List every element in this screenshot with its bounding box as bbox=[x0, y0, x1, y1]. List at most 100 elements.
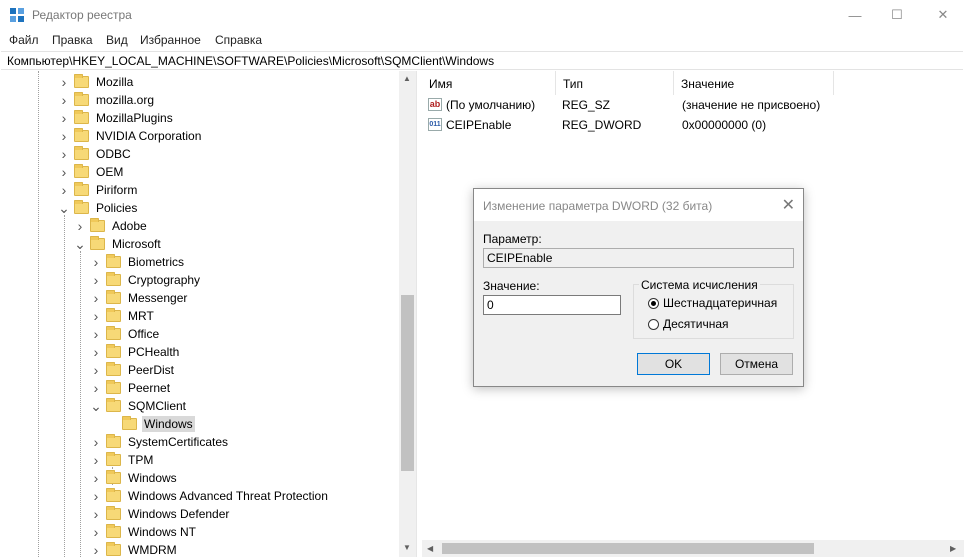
hex-radio[interactable]: Шестнадцатеричная bbox=[648, 296, 777, 310]
tree-item[interactable]: › Biometrics bbox=[90, 253, 186, 271]
tree-item-label: Mozilla bbox=[96, 75, 134, 89]
tree-item[interactable]: › Windows NT bbox=[90, 523, 198, 541]
chevron-right-icon[interactable]: › bbox=[74, 217, 86, 235]
tree-item[interactable]: › WMDRM bbox=[90, 541, 179, 557]
decimal-radio[interactable]: Десятичная bbox=[648, 317, 729, 331]
chevron-right-icon[interactable]: › bbox=[90, 361, 102, 379]
menu-view[interactable]: Вид bbox=[106, 33, 128, 47]
parameter-label: Параметр: bbox=[483, 232, 542, 246]
value-data-input[interactable]: 0 bbox=[483, 295, 621, 315]
folder-icon bbox=[74, 74, 89, 88]
title-bar: Редактор реестра — ☐ ✕ bbox=[0, 0, 964, 30]
tree-item-label: Policies bbox=[96, 201, 138, 215]
chevron-right-icon[interactable]: › bbox=[58, 163, 70, 181]
tree-item[interactable]: › Cryptography bbox=[90, 271, 202, 289]
folder-icon bbox=[74, 146, 89, 160]
tree-item-label: SystemCertificates bbox=[128, 435, 229, 449]
tree-item[interactable]: › mozilla.org bbox=[58, 91, 156, 109]
tree-item[interactable]: › PeerDist bbox=[90, 361, 176, 379]
chevron-right-icon[interactable]: › bbox=[90, 469, 102, 487]
chevron-right-icon[interactable]: › bbox=[90, 253, 102, 271]
tree-item[interactable]: › NVIDIA Corporation bbox=[58, 127, 203, 145]
cancel-button[interactable]: Отмена bbox=[720, 353, 793, 375]
tree-item[interactable]: › OEM bbox=[58, 163, 125, 181]
chevron-right-icon[interactable]: › bbox=[90, 343, 102, 361]
chevron-right-icon[interactable]: › bbox=[58, 109, 70, 127]
tree-item[interactable]: › MozillaPlugins bbox=[58, 109, 175, 127]
tree-item[interactable]: › TPM bbox=[90, 451, 155, 469]
chevron-right-icon[interactable]: › bbox=[90, 541, 102, 557]
tree-item[interactable]: › SystemCertificates bbox=[90, 433, 230, 451]
chevron-right-icon[interactable]: › bbox=[58, 73, 70, 91]
address-path[interactable]: Компьютер\HKEY_LOCAL_MACHINE\SOFTWARE\Po… bbox=[7, 54, 494, 68]
value-name: CEIPEnable bbox=[446, 118, 512, 132]
window-title: Редактор реестра bbox=[32, 8, 132, 22]
scroll-thumb[interactable] bbox=[442, 543, 814, 554]
ok-button[interactable]: OK bbox=[637, 353, 710, 375]
tree-item[interactable]: › Windows Advanced Threat Protection bbox=[90, 487, 330, 505]
dialog-title-bar: Изменение параметра DWORD (32 бита) ✕ bbox=[474, 189, 803, 221]
close-button[interactable]: ✕ bbox=[920, 0, 964, 30]
chevron-right-icon[interactable]: › bbox=[90, 325, 102, 343]
folder-icon bbox=[106, 542, 121, 556]
chevron-down-icon[interactable]: ⌄ bbox=[74, 235, 86, 253]
tree-item[interactable]: › ODBC bbox=[58, 145, 133, 163]
chevron-right-icon[interactable]: › bbox=[90, 289, 102, 307]
tree-item[interactable]: › Windows bbox=[90, 469, 179, 487]
column-header-type[interactable]: Тип bbox=[556, 71, 674, 95]
folder-icon bbox=[106, 470, 121, 484]
tree-item[interactable]: › Adobe bbox=[74, 217, 149, 235]
value-row[interactable]: 011 CEIPEnable REG_DWORD 0x00000000 (0) bbox=[422, 116, 964, 135]
dialog-close-icon[interactable]: ✕ bbox=[782, 195, 795, 215]
menu-favorites[interactable]: Избранное bbox=[140, 33, 201, 47]
tree-item[interactable]: › Messenger bbox=[90, 289, 189, 307]
chevron-right-icon[interactable]: › bbox=[58, 181, 70, 199]
tree-guide-line bbox=[80, 251, 81, 557]
menu-help[interactable]: Справка bbox=[215, 33, 262, 47]
tree-item[interactable]: › PCHealth bbox=[90, 343, 181, 361]
menu-file[interactable]: Файл bbox=[9, 33, 39, 47]
chevron-right-icon[interactable]: › bbox=[90, 451, 102, 469]
folder-icon bbox=[106, 488, 121, 502]
chevron-right-icon[interactable]: › bbox=[90, 523, 102, 541]
value-row[interactable]: ab (По умолчанию) REG_SZ (значение не пр… bbox=[422, 96, 964, 115]
minimize-button[interactable]: — bbox=[832, 0, 878, 30]
scroll-down-icon[interactable]: ▼ bbox=[403, 543, 411, 552]
tree-item[interactable]: › Windows Defender bbox=[90, 505, 231, 523]
maximize-button[interactable]: ☐ bbox=[874, 0, 920, 30]
tree-item[interactable]: › Peernet bbox=[90, 379, 172, 397]
tree-item[interactable]: ⌄ Policies bbox=[58, 199, 139, 217]
tree-vertical-scrollbar[interactable]: ▲ ▼ bbox=[399, 71, 416, 557]
list-horizontal-scrollbar[interactable]: ◀ ▶ bbox=[422, 540, 964, 557]
column-header-value[interactable]: Значение bbox=[674, 71, 834, 95]
column-header-name[interactable]: Имя bbox=[422, 71, 556, 95]
parameter-name-field[interactable]: CEIPEnable bbox=[483, 248, 794, 268]
menu-edit[interactable]: Правка bbox=[52, 33, 93, 47]
chevron-right-icon[interactable]: › bbox=[58, 127, 70, 145]
tree-item[interactable]: › Piriform bbox=[58, 181, 139, 199]
chevron-right-icon[interactable]: › bbox=[90, 505, 102, 523]
tree-item[interactable]: › Office bbox=[90, 325, 161, 343]
scroll-right-icon[interactable]: ▶ bbox=[950, 544, 956, 553]
scroll-thumb[interactable] bbox=[401, 295, 414, 471]
chevron-right-icon[interactable]: › bbox=[90, 487, 102, 505]
scroll-left-icon[interactable]: ◀ bbox=[427, 544, 433, 553]
chevron-right-icon[interactable]: › bbox=[90, 433, 102, 451]
chevron-down-icon[interactable]: ⌄ bbox=[58, 199, 70, 217]
chevron-right-icon[interactable]: › bbox=[90, 307, 102, 325]
tree-item[interactable]: ⌄ SQMClient bbox=[90, 397, 188, 415]
tree-item[interactable]: Windows bbox=[106, 415, 195, 433]
chevron-right-icon[interactable]: › bbox=[58, 91, 70, 109]
tree-item-label: MozillaPlugins bbox=[96, 111, 173, 125]
chevron-right-icon[interactable]: › bbox=[58, 145, 70, 163]
chevron-right-icon[interactable] bbox=[106, 415, 118, 433]
chevron-right-icon[interactable]: › bbox=[90, 379, 102, 397]
chevron-down-icon[interactable]: ⌄ bbox=[90, 397, 102, 415]
tree-item[interactable]: › Mozilla bbox=[58, 73, 135, 91]
tree-item[interactable]: ⌄ Microsoft bbox=[74, 235, 163, 253]
value-type: REG_SZ bbox=[562, 98, 611, 112]
address-bar[interactable]: Компьютер\HKEY_LOCAL_MACHINE\SOFTWARE\Po… bbox=[1, 51, 963, 70]
tree-item[interactable]: › MRT bbox=[90, 307, 156, 325]
chevron-right-icon[interactable]: › bbox=[90, 271, 102, 289]
scroll-up-icon[interactable]: ▲ bbox=[403, 74, 411, 83]
